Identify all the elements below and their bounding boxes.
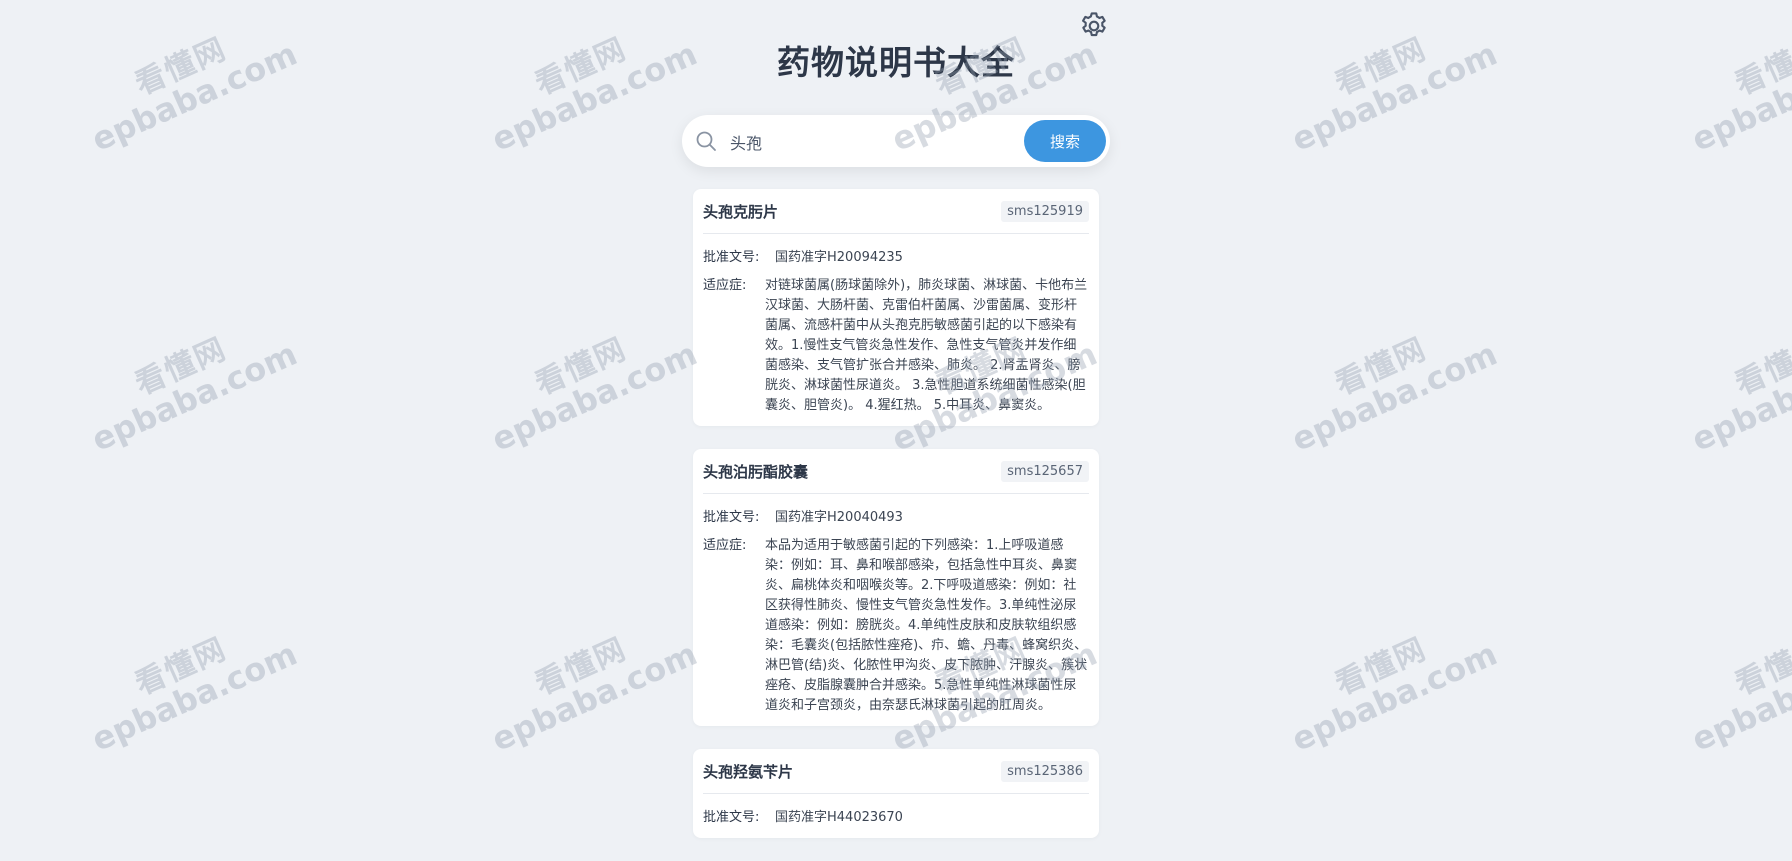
approval-label: 批准文号: (703, 250, 760, 265)
watermark-cn: 看懂网 (1330, 631, 1433, 703)
watermark-cn: 看懂网 (1730, 631, 1792, 703)
watermark-cn: 看懂网 (1330, 331, 1433, 403)
watermark: 看懂网 epbaba.com (74, 8, 303, 159)
indication-label: 适应症: (703, 538, 747, 553)
watermark-cn: 看懂网 (130, 631, 233, 703)
watermark-cn: 看懂网 (530, 331, 633, 403)
results-list: 头孢克肟片 sms125919 批准文号: 国药准字H20094235 适应症:… (693, 189, 1099, 861)
approval-row: 批准文号: 国药准字H20040493 (703, 508, 1089, 528)
indication-row: 适应症: 本品为适用于敏感菌引起的下列感染：1.上呼吸道感染：例如：耳、鼻和喉部… (703, 536, 1089, 716)
drug-code-badge: sms125919 (1001, 200, 1089, 222)
search-button[interactable]: 搜索 (1024, 120, 1106, 162)
card-header: 头孢羟氨苄片 sms125386 (703, 749, 1089, 794)
watermark-en: epbaba.com (85, 334, 303, 459)
drug-name[interactable]: 头孢羟氨苄片 (703, 761, 793, 782)
watermark: 看懂网 epbaba.com (1674, 608, 1792, 759)
approval-number: 国药准字H44023670 (775, 810, 903, 825)
indication-label: 适应症: (703, 278, 747, 293)
watermark: 看懂网 epbaba.com (1274, 308, 1503, 459)
search-icon (694, 129, 718, 153)
watermark-en: epbaba.com (1685, 334, 1792, 459)
drug-name[interactable]: 头孢克肟片 (703, 201, 778, 222)
card-header: 头孢克肟片 sms125919 (703, 189, 1089, 234)
watermark-cn: 看懂网 (130, 31, 233, 103)
watermark: 看懂网 epbaba.com (74, 608, 303, 759)
watermark-en: epbaba.com (85, 634, 303, 759)
search-bar: 搜索 (682, 115, 1110, 167)
watermark: 看懂网 epbaba.com (1674, 8, 1792, 159)
approval-label: 批准文号: (703, 810, 760, 825)
watermark-cn: 看懂网 (1730, 31, 1792, 103)
watermark-en: epbaba.com (1685, 634, 1792, 759)
watermark-cn: 看懂网 (1330, 31, 1433, 103)
search-input[interactable] (728, 127, 982, 157)
watermark-en: epbaba.com (1685, 34, 1792, 159)
approval-row: 批准文号: 国药准字H44023670 (703, 808, 1089, 828)
drug-code-badge: sms125657 (1001, 460, 1089, 482)
approval-row: 批准文号: 国药准字H20094235 (703, 248, 1089, 268)
drug-card[interactable]: 头孢羟氨苄片 sms125386 批准文号: 国药准字H44023670 (693, 749, 1099, 838)
watermark: 看懂网 epbaba.com (1274, 8, 1503, 159)
gear-icon (1082, 12, 1106, 37)
watermark-cn: 看懂网 (530, 631, 633, 703)
settings-button[interactable] (1078, 10, 1110, 42)
indication-text: 本品为适用于敏感菌引起的下列感染：1.上呼吸道感染：例如：耳、鼻和喉部感染，包括… (765, 538, 1088, 713)
watermark: 看懂网 epbaba.com (1674, 308, 1792, 459)
watermark: 看懂网 epbaba.com (474, 308, 703, 459)
watermark-en: epbaba.com (1285, 334, 1503, 459)
approval-number: 国药准字H20094235 (775, 250, 903, 265)
watermark: 看懂网 epbaba.com (1274, 608, 1503, 759)
drug-card[interactable]: 头孢克肟片 sms125919 批准文号: 国药准字H20094235 适应症:… (693, 189, 1099, 426)
drug-card[interactable]: 头孢泊肟酯胶囊 sms125657 批准文号: 国药准字H20040493 适应… (693, 449, 1099, 726)
approval-label: 批准文号: (703, 510, 760, 525)
watermark-en: epbaba.com (85, 34, 303, 159)
page-title: 药物说明书大全 (777, 43, 1015, 82)
drug-name[interactable]: 头孢泊肟酯胶囊 (703, 461, 808, 482)
watermark: 看懂网 epbaba.com (74, 308, 303, 459)
watermark-cn: 看懂网 (130, 331, 233, 403)
watermark-en: epbaba.com (485, 634, 703, 759)
watermark-en: epbaba.com (1285, 634, 1503, 759)
watermark: 看懂网 epbaba.com (474, 608, 703, 759)
watermark-en: epbaba.com (485, 334, 703, 459)
indication-text: 对链球菌属(肠球菌除外)，肺炎球菌、淋球菌、卡他布兰汉球菌、大肠杆菌、克雷伯杆菌… (765, 278, 1088, 413)
approval-number: 国药准字H20040493 (775, 510, 903, 525)
watermark-cn: 看懂网 (1730, 331, 1792, 403)
card-header: 头孢泊肟酯胶囊 sms125657 (703, 449, 1089, 494)
indication-row: 适应症: 对链球菌属(肠球菌除外)，肺炎球菌、淋球菌、卡他布兰汉球菌、大肠杆菌、… (703, 276, 1089, 416)
watermark-en: epbaba.com (1285, 34, 1503, 159)
drug-code-badge: sms125386 (1001, 760, 1089, 782)
